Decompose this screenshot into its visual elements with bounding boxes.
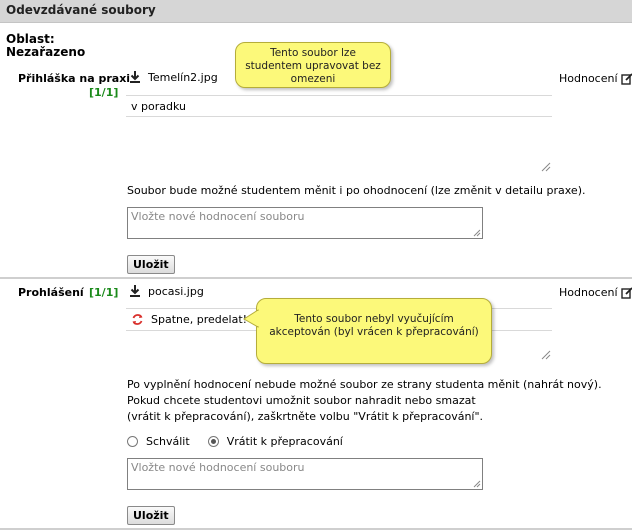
section-title: Odevzdávané soubory: [6, 3, 156, 17]
rating-link[interactable]: Hodnocení: [559, 72, 632, 85]
file-note-line: Pokud chcete studentovi umožnit soubor n…: [127, 394, 476, 407]
file-name[interactable]: pocasi.jpg: [148, 285, 204, 298]
resize-grip-icon[interactable]: [541, 162, 551, 172]
area-value: Nezařazeno: [6, 45, 86, 59]
return-refresh-icon: [132, 314, 143, 325]
file-note-line: Po vyplnění hodnocení nebude možné soubo…: [127, 378, 602, 391]
edit-icon[interactable]: [620, 286, 632, 299]
new-rating-placeholder: Vložte nové hodnocení souboru: [131, 461, 305, 474]
resize-grip-icon[interactable]: [473, 229, 481, 237]
edit-icon[interactable]: [620, 72, 632, 85]
current-rating-text: v poradku: [131, 100, 186, 113]
section-header: Odevzdávané soubory: [0, 0, 632, 23]
file-note: Po vyplnění hodnocení nebude možné soubo…: [127, 377, 602, 425]
new-rating-placeholder: Vložte nové hodnocení souboru: [131, 210, 305, 223]
resize-grip-icon[interactable]: [541, 350, 551, 360]
file-label: Přihláška na praxi: [18, 72, 131, 85]
status-tooltip: Tento soubor nebyl vyučujícím akceptován…: [243, 298, 492, 364]
download-icon: [130, 71, 140, 83]
file-download-link[interactable]: pocasi.jpg: [128, 284, 204, 298]
tooltip-text: Tento soubor nebyl vyučujícím akceptován…: [269, 313, 479, 338]
resize-grip-icon[interactable]: [473, 480, 481, 488]
divider: [0, 277, 632, 279]
radio-return[interactable]: [207, 436, 219, 447]
rating-label[interactable]: Hodnocení: [559, 72, 618, 85]
save-button[interactable]: Uložit: [127, 255, 175, 274]
area-info: Oblast: Nezařazeno: [6, 33, 85, 59]
radio-group: Schválit Vrátit k přepracování: [127, 435, 343, 448]
rating-label[interactable]: Hodnocení: [559, 286, 618, 299]
download-icon: [130, 285, 140, 297]
radio-return-label[interactable]: Vrátit k přepracování: [227, 435, 343, 448]
file-count: [1/1]: [89, 286, 119, 299]
new-rating-input[interactable]: Vložte nové hodnocení souboru: [127, 458, 483, 490]
file-count: [1/1]: [89, 86, 119, 99]
file-note: Soubor bude možné studentem měnit i po o…: [127, 184, 586, 197]
file-label: Prohlášení: [18, 286, 84, 299]
save-button[interactable]: Uložit: [127, 506, 175, 525]
rating-link[interactable]: Hodnocení: [559, 286, 632, 299]
file-note-line: (vrátit k přepracování), zaškrtněte volb…: [127, 410, 484, 423]
status-tooltip: Tento soubor lze studentem upravovat bez…: [235, 42, 391, 88]
radio-approve-label[interactable]: Schválit: [146, 435, 190, 448]
tooltip-text: Tento soubor lze studentem upravovat bez…: [245, 47, 381, 85]
file-download-link[interactable]: Temelín2.jpg: [128, 70, 218, 84]
file-name[interactable]: Temelín2.jpg: [148, 71, 218, 84]
radio-approve[interactable]: [127, 436, 138, 447]
new-rating-input[interactable]: Vložte nové hodnocení souboru: [127, 207, 483, 239]
current-rating-row: Spatne, predelat!: [131, 313, 247, 326]
divider: [0, 528, 632, 530]
current-rating-text: Spatne, predelat!: [151, 313, 248, 326]
